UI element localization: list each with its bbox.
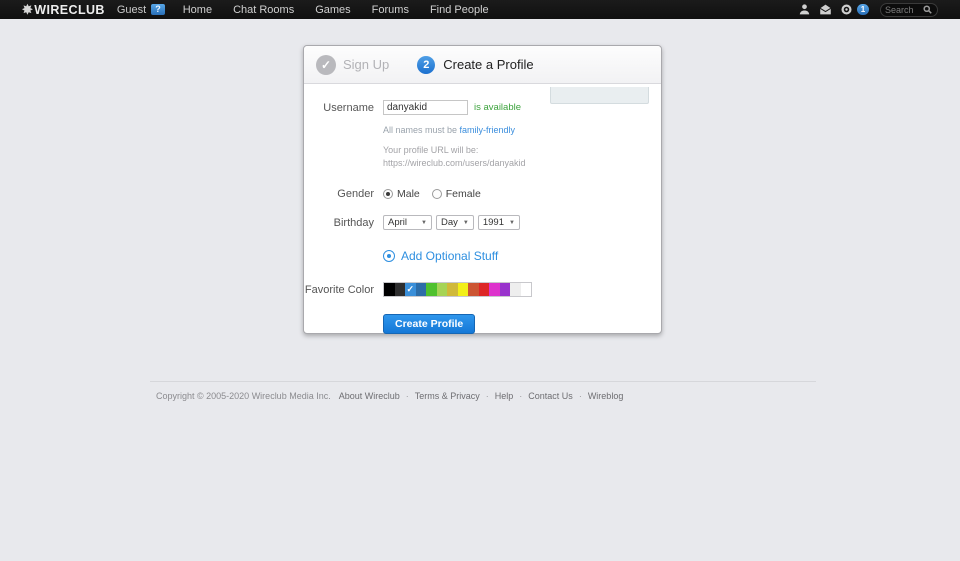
copyright-text: Copyright © 2005-2020 Wireclub Media Inc…: [156, 391, 331, 401]
add-optional-stuff-label: Add Optional Stuff: [401, 249, 498, 263]
step1-label: Sign Up: [343, 57, 389, 72]
color-swatch[interactable]: [489, 283, 500, 296]
color-swatch[interactable]: [395, 283, 406, 296]
search-box[interactable]: [880, 3, 938, 17]
username-input[interactable]: [383, 100, 468, 115]
gender-male-label: Male: [397, 188, 420, 200]
gender-male-radio[interactable]: Male: [383, 188, 420, 200]
footer-separator: ·: [486, 391, 489, 401]
wireclub-logo[interactable]: ✸ WIRECLUB: [22, 3, 105, 17]
username-help-row: All names must be family-friendly: [304, 115, 661, 135]
color-swatch[interactable]: [458, 283, 469, 296]
profile-url-value: https://wireclub.com/users/danyakid: [383, 157, 526, 170]
color-swatch[interactable]: ✓: [405, 283, 416, 296]
chevron-down-icon: ▼: [463, 220, 469, 226]
username-row: Username is available: [304, 100, 661, 115]
notification-count-badge[interactable]: 1: [857, 4, 869, 15]
color-swatch[interactable]: [510, 283, 521, 296]
nav-item-find-people[interactable]: Find People: [430, 4, 489, 16]
radio-selected-icon[interactable]: [383, 189, 393, 199]
guest-label: Guest: [117, 4, 146, 16]
footer-link-wireblog[interactable]: Wireblog: [588, 391, 624, 401]
gender-female-label: Female: [446, 188, 481, 200]
search-icon[interactable]: [923, 5, 932, 14]
gender-label: Gender: [304, 188, 383, 200]
step1-check-icon: ✓: [316, 55, 336, 75]
nav-item-games[interactable]: Games: [315, 4, 350, 16]
main-nav: Home Chat Rooms Games Forums Find People: [183, 4, 489, 16]
wireclub-star-icon: ✸: [22, 3, 33, 16]
username-label: Username: [304, 102, 383, 114]
color-swatch[interactable]: [416, 283, 427, 296]
submit-row: Create Profile: [304, 314, 661, 334]
gender-row: Gender Male Female: [304, 188, 661, 200]
radio-unselected-icon[interactable]: [432, 189, 442, 199]
footer-links: About Wireclub · Terms & Privacy · Help · Cont…: [335, 391, 628, 401]
notifications-icon[interactable]: [839, 3, 853, 17]
username-status: is available: [474, 102, 521, 113]
footer-separator: ·: [519, 391, 522, 401]
color-swatch[interactable]: [468, 283, 479, 296]
footer-link-help[interactable]: Help: [495, 391, 514, 401]
birthday-year-select[interactable]: 1991 ▼: [478, 215, 520, 230]
footer-separator: ·: [579, 391, 582, 401]
birthday-row: Birthday April ▼ Day ▼ 1991 ▼: [304, 215, 661, 230]
swatch-check-icon: ✓: [406, 285, 414, 294]
optional-row: Add Optional Stuff: [304, 249, 661, 263]
expand-circle-icon: [383, 250, 395, 262]
search-input[interactable]: [885, 5, 923, 15]
color-swatch[interactable]: [521, 283, 532, 296]
nav-item-chat-rooms[interactable]: Chat Rooms: [233, 4, 294, 16]
color-swatch[interactable]: [479, 283, 490, 296]
favorite-color-strip: ✓: [383, 282, 532, 297]
page-title: Create a Profile: [443, 57, 533, 72]
color-swatch[interactable]: [437, 283, 448, 296]
color-swatch[interactable]: [500, 283, 511, 296]
birthday-label: Birthday: [304, 217, 383, 229]
messages-icon[interactable]: [818, 3, 832, 17]
username-help-text: All names must be: [383, 125, 460, 135]
family-friendly-link[interactable]: family-friendly: [460, 125, 516, 135]
chevron-down-icon: ▼: [421, 220, 427, 226]
footer-link-contact-us[interactable]: Contact Us: [528, 391, 573, 401]
profile-url-row: Your profile URL will be: https://wirecl…: [304, 135, 661, 170]
wizard-steps-header: ✓ Sign Up 2 Create a Profile: [304, 46, 661, 84]
favorite-color-label: Favorite Color: [304, 284, 383, 296]
color-swatch[interactable]: [447, 283, 458, 296]
color-swatch[interactable]: [426, 283, 437, 296]
favorite-color-row: Favorite Color ✓: [304, 282, 661, 297]
birthday-day-select[interactable]: Day ▼: [436, 215, 474, 230]
guest-help-badge[interactable]: ?: [151, 4, 165, 15]
color-swatch[interactable]: [384, 283, 395, 296]
add-optional-stuff-link[interactable]: Add Optional Stuff: [383, 249, 498, 263]
nav-item-home[interactable]: Home: [183, 4, 212, 16]
logo-text: WIRECLUB: [34, 3, 105, 17]
page-footer: Copyright © 2005-2020 Wireclub Media Inc…: [150, 381, 816, 401]
footer-link-terms-privacy[interactable]: Terms & Privacy: [415, 391, 480, 401]
profile-url-caption: Your profile URL will be:: [383, 144, 526, 157]
create-profile-card: ✓ Sign Up 2 Create a Profile Username is…: [303, 45, 662, 334]
footer-link-about-wireclub[interactable]: About Wireclub: [339, 391, 400, 401]
nav-item-forums[interactable]: Forums: [372, 4, 409, 16]
top-navigation-bar: ✸ WIRECLUB Guest ? Home Chat Rooms Games Fo…: [0, 0, 960, 19]
chevron-down-icon: ▼: [509, 220, 515, 226]
birthday-month-select[interactable]: April ▼: [383, 215, 432, 230]
profile-icon[interactable]: [797, 3, 811, 17]
footer-separator: ·: [406, 391, 409, 401]
create-profile-button[interactable]: Create Profile: [383, 314, 475, 334]
gender-female-radio[interactable]: Female: [432, 188, 481, 200]
step2-badge: 2: [417, 56, 435, 74]
